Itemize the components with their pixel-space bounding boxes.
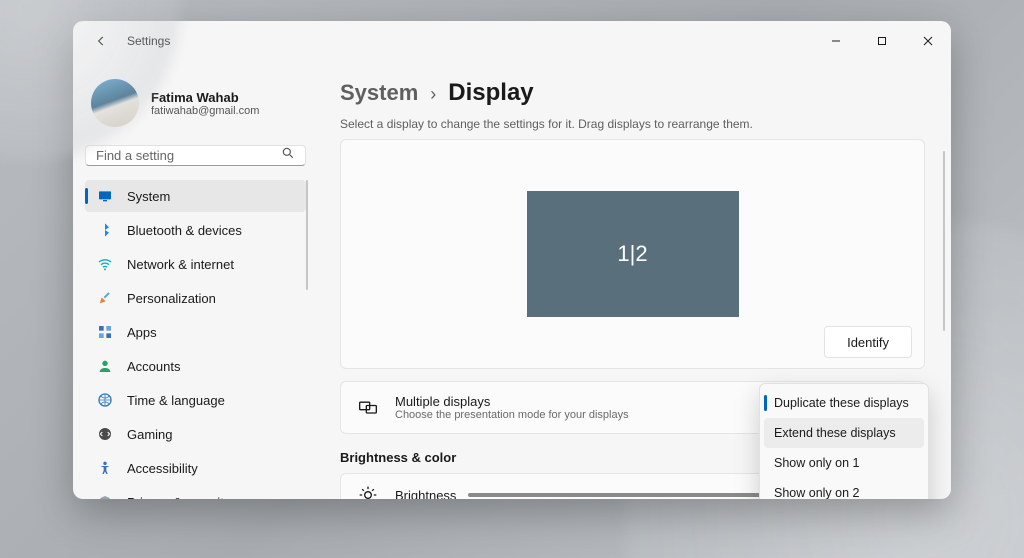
maximize-button[interactable] — [859, 21, 905, 61]
sidebar-item-label: Network & internet — [127, 257, 234, 272]
back-button[interactable] — [85, 25, 117, 57]
sidebar-nav: System Bluetooth & devices Network & int… — [85, 180, 306, 499]
search-icon — [281, 146, 295, 165]
search-input[interactable] — [96, 148, 281, 163]
dropdown-item-show-only-1[interactable]: Show only on 1 — [764, 448, 924, 478]
minimize-button[interactable] — [813, 21, 859, 61]
sidebar: Fatima Wahab fatiwahab@gmail.com System — [73, 61, 318, 499]
sidebar-item-network[interactable]: Network & internet — [85, 248, 306, 280]
chevron-right-icon: › — [430, 84, 436, 105]
sidebar-item-label: Bluetooth & devices — [127, 223, 242, 238]
dropdown-item-extend[interactable]: Extend these displays — [764, 418, 924, 448]
sidebar-item-system[interactable]: System — [85, 180, 306, 212]
brightness-icon — [357, 484, 379, 499]
sidebar-item-privacy[interactable]: Privacy & security — [85, 486, 306, 499]
privacy-icon — [97, 494, 113, 499]
window-controls — [813, 21, 951, 61]
sidebar-item-bluetooth[interactable]: Bluetooth & devices — [85, 214, 306, 246]
monitor-label: 1|2 — [617, 241, 647, 267]
sidebar-item-label: Accounts — [127, 359, 180, 374]
sidebar-item-label: Personalization — [127, 291, 216, 306]
identify-button[interactable]: Identify — [824, 326, 912, 358]
sidebar-item-personalization[interactable]: Personalization — [85, 282, 306, 314]
accessibility-icon — [97, 460, 113, 476]
hint-text: Select a display to change the settings … — [340, 117, 925, 131]
sidebar-item-label: Time & language — [127, 393, 225, 408]
sidebar-item-apps[interactable]: Apps — [85, 316, 306, 348]
sidebar-item-label: System — [127, 189, 170, 204]
profile-name: Fatima Wahab — [151, 90, 259, 105]
system-icon — [97, 188, 113, 204]
breadcrumb: System › Display — [340, 79, 925, 107]
page-title: Display — [448, 79, 533, 107]
titlebar: Settings — [73, 21, 951, 61]
personalization-icon — [97, 290, 113, 306]
dropdown-item-show-only-2[interactable]: Show only on 2 — [764, 478, 924, 499]
presentation-mode-dropdown: Duplicate these displays Extend these di… — [759, 383, 929, 499]
gaming-icon — [97, 426, 113, 442]
display-arrangement-box: 1|2 Identify — [340, 139, 925, 369]
brightness-title: Brightness — [395, 488, 456, 500]
search-box[interactable] — [85, 145, 306, 166]
sidebar-item-label: Accessibility — [127, 461, 198, 476]
sidebar-item-gaming[interactable]: Gaming — [85, 418, 306, 450]
profile-email: fatiwahab@gmail.com — [151, 105, 259, 117]
bluetooth-icon — [97, 222, 113, 238]
breadcrumb-parent[interactable]: System — [340, 80, 418, 106]
network-icon — [97, 256, 113, 272]
sidebar-item-accounts[interactable]: Accounts — [85, 350, 306, 382]
setting-title: Multiple displays — [395, 394, 629, 409]
time-language-icon — [97, 392, 113, 408]
apps-icon — [97, 324, 113, 340]
avatar — [91, 79, 139, 127]
sidebar-scrollbar[interactable] — [306, 180, 308, 290]
main-content: System › Display Select a display to cha… — [318, 61, 951, 499]
settings-window: Settings Fatima Wahab fatiwahab@gmail.co… — [73, 21, 951, 499]
sidebar-item-label: Gaming — [127, 427, 173, 442]
sidebar-item-label: Apps — [127, 325, 157, 340]
setting-subtitle: Choose the presentation mode for your di… — [395, 409, 629, 421]
sidebar-item-time-language[interactable]: Time & language — [85, 384, 306, 416]
window-title: Settings — [127, 34, 170, 48]
main-scrollbar[interactable] — [943, 151, 945, 331]
sidebar-item-label: Privacy & security — [127, 495, 230, 500]
sidebar-item-accessibility[interactable]: Accessibility — [85, 452, 306, 484]
profile-block[interactable]: Fatima Wahab fatiwahab@gmail.com — [85, 61, 306, 145]
close-button[interactable] — [905, 21, 951, 61]
accounts-icon — [97, 358, 113, 374]
monitor-tile[interactable]: 1|2 — [527, 191, 739, 317]
dropdown-item-duplicate[interactable]: Duplicate these displays — [764, 388, 924, 418]
multiple-displays-icon — [357, 397, 379, 419]
